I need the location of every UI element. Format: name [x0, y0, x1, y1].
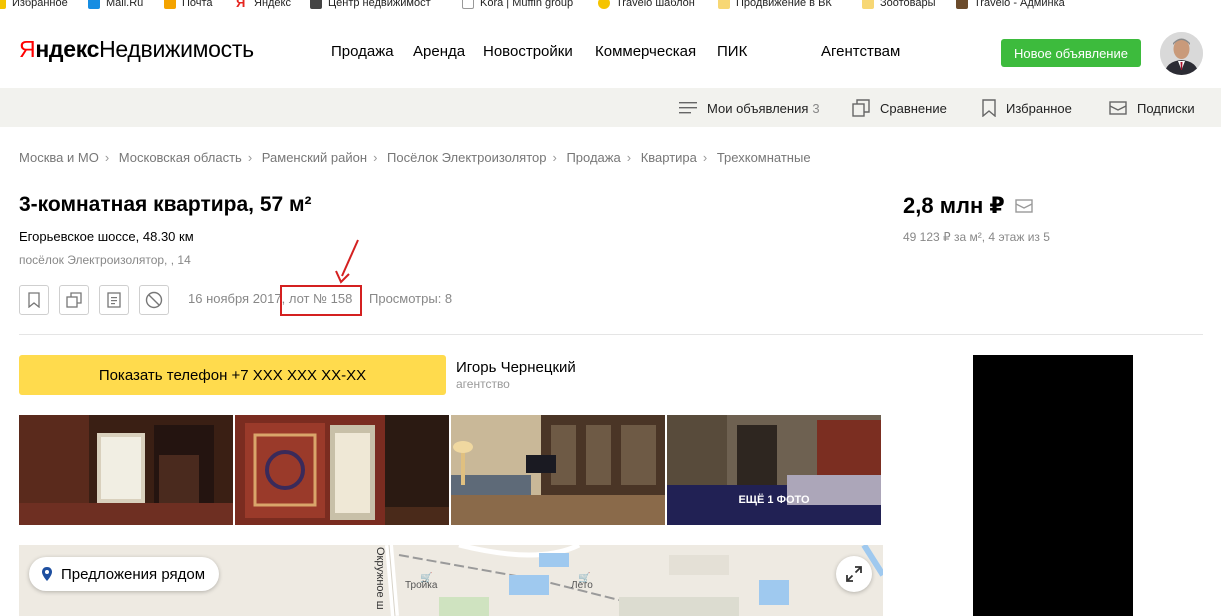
listing-address-highway: Егорьевское шоссе, 48.30 км	[19, 229, 194, 244]
room-photo-2	[235, 415, 449, 525]
bookmark-icon	[28, 292, 40, 308]
map-pin-icon	[42, 567, 52, 581]
new-ad-button[interactable]: Новое объявление	[1001, 39, 1141, 67]
yandex-icon: Я	[236, 0, 246, 10]
listing-map[interactable]: Окружное ш 🛒 Тройка 🛒 Лето Предложения р…	[19, 545, 883, 616]
nav-arenda[interactable]: Аренда	[413, 43, 465, 60]
favorites-link[interactable]: Избранное	[982, 98, 1072, 118]
nav-novostroyki[interactable]: Новостройки	[483, 43, 573, 60]
map-station-troyka: Тройка	[405, 580, 438, 591]
listing-price: 2,8 млн ₽	[903, 193, 1005, 218]
breadcrumb-item[interactable]: Москва и МО	[19, 150, 99, 165]
breadcrumb-item[interactable]: Раменский район	[262, 150, 367, 165]
compare-icon	[66, 292, 82, 308]
room-photo-3	[451, 415, 665, 525]
hide-listing-button[interactable]	[139, 285, 169, 315]
nav-pik[interactable]: ПИК	[717, 43, 747, 60]
more-photos-label: ЕЩЁ 1 ФОТО	[738, 494, 810, 506]
nav-agentstvam[interactable]: Агентствам	[821, 43, 900, 60]
breadcrumb-item[interactable]: Трехкомнатные	[717, 150, 811, 165]
listing-views: Просмотры: 8	[369, 291, 453, 306]
add-to-compare-button[interactable]	[59, 285, 89, 315]
listing-address-locality: посёлок Электроизолятор, , 14	[19, 253, 191, 267]
folder-icon	[862, 0, 874, 9]
house-icon	[310, 0, 322, 9]
envelope-icon	[1109, 101, 1127, 115]
site-header: ЯндексНедвижимость Продажа Аренда Новост…	[0, 14, 1221, 88]
bookmark-centr-nedvizhimosti[interactable]: Центр недвижимост	[310, 0, 431, 10]
star-folder-icon	[0, 0, 6, 9]
bookmark-prodvizhenie-vk[interactable]: Продвижение в ВК	[718, 0, 832, 10]
room-photo-1	[19, 415, 233, 525]
room-photo-4	[667, 415, 881, 525]
listing-title: 3-комнатная квартира, 57 м²	[19, 193, 312, 216]
bookmark-travelo-shablon[interactable]: Travelo шаблон	[598, 0, 695, 10]
site-icon	[956, 0, 968, 9]
bookmark-kora[interactable]: Kora | Muffin group	[462, 0, 573, 10]
nav-prodazha[interactable]: Продажа	[331, 43, 394, 60]
bookmark-travelo-adminka[interactable]: Travelo - Админка	[956, 0, 1065, 10]
folder-icon	[718, 0, 730, 9]
breadcrumb-item[interactable]: Квартира	[641, 150, 697, 165]
compare-icon	[852, 99, 870, 117]
section-divider	[19, 334, 1203, 335]
add-to-favorites-button[interactable]	[19, 285, 49, 315]
page-icon	[462, 0, 474, 9]
show-phone-button[interactable]: Показать телефон +7 XXX XXX XX-XX	[19, 355, 446, 395]
breadcrumb: Москва и МО › Московская область › Раменск…	[19, 150, 811, 165]
user-subnav: Мои объявления 3 Сравнение Избранное Подп…	[0, 88, 1221, 127]
listing-photo[interactable]	[451, 415, 665, 525]
listing-photo[interactable]	[235, 415, 449, 525]
my-ads-link[interactable]: Мои объявления 3	[679, 98, 820, 118]
bookmarks-bar: Избранное Mail.Ru Почта Я Яндекс Центр не…	[0, 0, 1221, 14]
list-icon	[679, 102, 697, 114]
note-icon	[107, 292, 121, 308]
agent-type: агентство	[456, 377, 510, 391]
breadcrumb-item[interactable]: Посёлок Электроизолятор	[387, 150, 546, 165]
nav-kommercheskaya[interactable]: Коммерческая	[595, 43, 696, 60]
breadcrumb-item[interactable]: Московская область	[119, 150, 242, 165]
price-subscribe-envelope-icon[interactable]	[1015, 199, 1033, 213]
expand-icon	[846, 566, 862, 582]
yandex-realty-logo[interactable]: ЯндексНедвижимость	[19, 36, 254, 63]
mail-envelope-icon	[164, 0, 176, 9]
nearby-offers-button[interactable]: Предложения рядом	[29, 557, 220, 591]
price-per-meter-floor: 49 123 ₽ за м², 4 этаж из 5	[903, 230, 1050, 244]
agent-name[interactable]: Игорь Чернецкий	[456, 359, 576, 376]
ad-banner	[973, 355, 1133, 616]
compare-link[interactable]: Сравнение	[852, 98, 947, 118]
user-photo-icon	[1160, 32, 1203, 75]
mailru-icon	[88, 0, 100, 9]
lot-number-highlight	[280, 285, 362, 316]
subscriptions-link[interactable]: Подписки	[1109, 98, 1195, 118]
breadcrumb-item[interactable]: Продажа	[566, 150, 620, 165]
no-entry-icon	[598, 0, 610, 9]
map-street-label: Окружное ш	[374, 547, 386, 610]
listing-photo[interactable]	[19, 415, 233, 525]
red-arrow-icon	[335, 239, 359, 284]
map-expand-button[interactable]	[836, 556, 872, 592]
bookmark-izbrannoe[interactable]: Избранное	[0, 0, 68, 10]
bookmark-icon	[982, 99, 996, 117]
my-ads-count: 3	[812, 100, 820, 116]
bookmark-yandex[interactable]: Я Яндекс	[236, 0, 291, 10]
bookmark-pochta[interactable]: Почта	[164, 0, 213, 10]
block-icon	[145, 291, 163, 309]
bookmark-mailru[interactable]: Mail.Ru	[88, 0, 143, 10]
add-note-button[interactable]	[99, 285, 129, 315]
listing-photo-more[interactable]: ЕЩЁ 1 ФОТО	[667, 415, 881, 525]
user-avatar[interactable]	[1160, 32, 1203, 75]
map-station-leto: Лето	[571, 580, 593, 591]
bookmark-zootovary[interactable]: Зоотовары	[862, 0, 936, 10]
